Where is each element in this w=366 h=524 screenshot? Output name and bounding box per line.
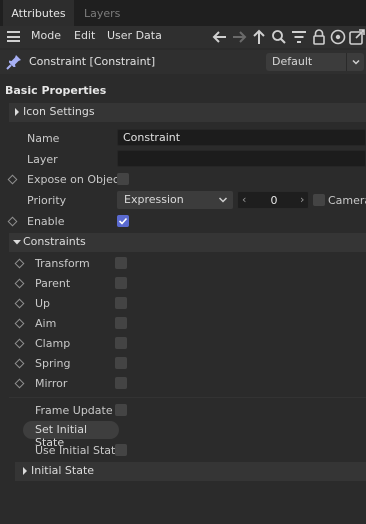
- keyframe-diamond-icon[interactable]: [14, 278, 25, 289]
- mode-dropdown[interactable]: Default: [266, 53, 364, 71]
- group-constraints-label: Constraints: [23, 235, 86, 248]
- caret-right-icon: [23, 467, 27, 475]
- object-title: Constraint [Constraint]: [29, 55, 156, 68]
- use-initial-state-checkbox[interactable]: [115, 444, 127, 456]
- keyframe-diamond-icon[interactable]: [7, 174, 18, 185]
- constraint-aim-checkbox[interactable]: [115, 317, 127, 329]
- constraint-parent-checkbox[interactable]: [115, 277, 127, 289]
- layer-label: Layer: [27, 153, 58, 166]
- camera-label: Camera: [328, 194, 366, 207]
- priority-dropdown-value: Expression: [124, 193, 184, 206]
- enable-checkbox[interactable]: [117, 215, 129, 227]
- group-icon-settings-label: Icon Settings: [23, 105, 95, 118]
- tab-bar: Attributes Layers: [0, 0, 366, 26]
- name-field-value: Constraint: [123, 131, 181, 144]
- constraint-spring-label: Spring: [35, 357, 71, 370]
- chevron-down-icon: [218, 197, 228, 203]
- mode-dropdown-separator: [346, 53, 347, 71]
- constraint-mirror-label: Mirror: [35, 377, 68, 390]
- frame-update-label: Frame Update: [35, 404, 113, 417]
- search-icon[interactable]: [270, 28, 288, 46]
- constraint-clamp-label: Clamp: [35, 337, 71, 350]
- section-title-basic-properties: Basic Properties: [5, 84, 107, 97]
- use-initial-state-label: Use Initial State: [35, 444, 123, 457]
- constraint-up-checkbox[interactable]: [115, 297, 127, 309]
- expose-on-object-checkbox[interactable]: [117, 173, 129, 185]
- menu-edit[interactable]: Edit: [74, 29, 95, 42]
- expose-on-object-label: Expose on Object: [27, 173, 124, 186]
- name-field[interactable]: Constraint: [117, 129, 366, 146]
- target-icon[interactable]: [329, 28, 347, 46]
- tab-layers[interactable]: Layers: [84, 0, 120, 26]
- constraint-mirror-checkbox[interactable]: [115, 377, 127, 389]
- arrow-right-icon[interactable]: [230, 28, 248, 46]
- keyframe-diamond-icon[interactable]: [14, 298, 25, 309]
- keyframe-diamond-icon[interactable]: [14, 258, 25, 269]
- constraint-up-label: Up: [35, 297, 51, 310]
- constraint-aim-label: Aim: [35, 317, 57, 330]
- tab-attributes[interactable]: Attributes: [3, 0, 74, 26]
- constraint-pin-icon: [6, 55, 21, 70]
- empty-panel-area: [0, 482, 366, 524]
- priority-dropdown[interactable]: Expression: [117, 191, 233, 209]
- new-window-icon[interactable]: [348, 28, 366, 46]
- menu-user-data[interactable]: User Data: [107, 29, 162, 42]
- constraint-clamp-checkbox[interactable]: [115, 337, 127, 349]
- menu-bar: Mode Edit User Data: [0, 26, 366, 48]
- set-initial-state-button[interactable]: Set Initial State: [23, 421, 119, 449]
- camera-checkbox[interactable]: [313, 194, 325, 206]
- keyframe-diamond-icon[interactable]: [14, 318, 25, 329]
- priority-label: Priority: [27, 194, 67, 207]
- arrow-left-icon[interactable]: [211, 28, 229, 46]
- keyframe-diamond-icon[interactable]: [14, 378, 25, 389]
- group-icon-settings[interactable]: Icon Settings: [9, 103, 366, 122]
- keyframe-diamond-icon[interactable]: [14, 358, 25, 369]
- constraint-spring-checkbox[interactable]: [115, 357, 127, 369]
- keyframe-diamond-icon[interactable]: [14, 338, 25, 349]
- stepper-increment-icon[interactable]: ›: [300, 193, 304, 206]
- group-constraints[interactable]: Constraints: [9, 233, 366, 252]
- enable-label: Enable: [27, 215, 65, 228]
- checkmark-icon: [118, 217, 128, 225]
- caret-right-icon: [15, 108, 19, 116]
- divider: [9, 397, 366, 398]
- frame-update-checkbox[interactable]: [115, 404, 127, 416]
- group-initial-state[interactable]: Initial State: [15, 462, 366, 481]
- constraint-transform-checkbox[interactable]: [115, 257, 127, 269]
- group-initial-state-label: Initial State: [31, 464, 95, 477]
- chevron-down-icon: [352, 59, 360, 65]
- name-label: Name: [27, 132, 60, 145]
- filter-icon[interactable]: [290, 28, 308, 46]
- menu-mode[interactable]: Mode: [31, 29, 61, 42]
- constraint-parent-label: Parent: [35, 277, 71, 290]
- arrow-up-icon[interactable]: [250, 28, 268, 46]
- layer-field[interactable]: [117, 150, 366, 167]
- hamburger-menu-icon[interactable]: [7, 31, 20, 42]
- object-header: Constraint [Constraint] Default: [0, 50, 366, 74]
- mode-dropdown-value: Default: [272, 55, 313, 68]
- caret-down-icon: [13, 240, 21, 245]
- keyframe-diamond-icon[interactable]: [7, 216, 18, 227]
- constraint-transform-label: Transform: [35, 257, 90, 270]
- priority-stepper[interactable]: ‹ 0 ›: [237, 191, 309, 209]
- lock-icon[interactable]: [310, 28, 328, 46]
